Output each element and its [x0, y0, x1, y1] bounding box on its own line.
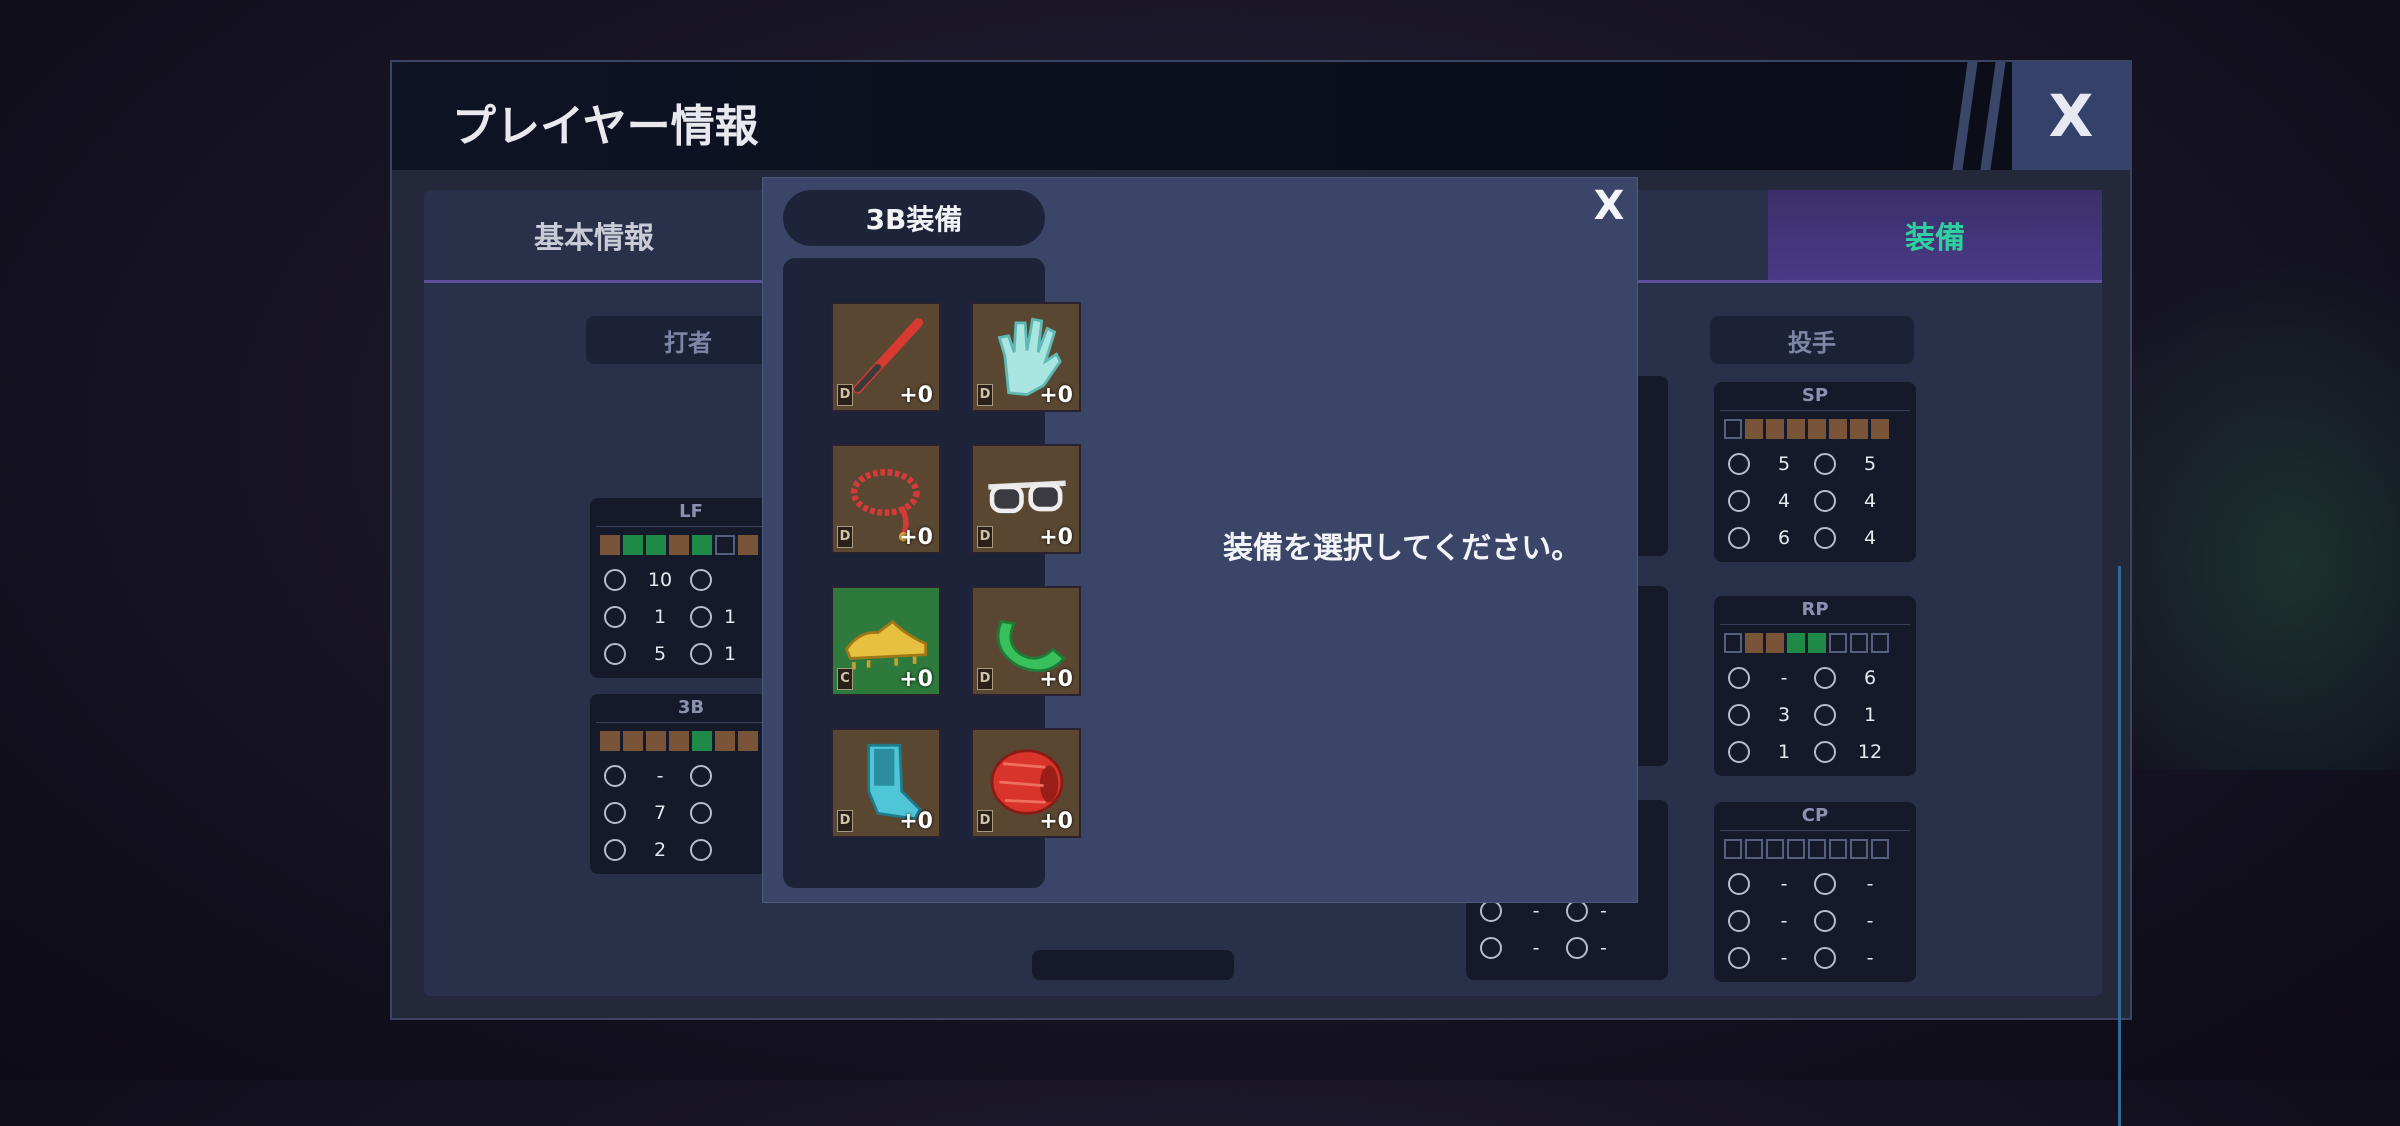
mind-stat-icon	[1814, 872, 1836, 895]
position-card-cp[interactable]: CP -- -- --	[1714, 802, 1916, 982]
stat-row: 31	[1720, 696, 1910, 733]
stat-row: 10	[596, 561, 786, 598]
control-stat-icon	[1728, 666, 1750, 689]
stamina-stat-icon	[1814, 703, 1836, 726]
card-position: 3B	[596, 694, 786, 723]
divider	[2118, 566, 2121, 1126]
dialog-title: 3B装備	[783, 190, 1045, 246]
rating-bars	[1720, 831, 1910, 865]
power-stat-icon	[604, 605, 626, 628]
power-stat-icon	[604, 801, 626, 824]
swing-stat-icon	[690, 568, 712, 591]
stat-row: 11	[596, 598, 786, 635]
rating-bars	[1720, 411, 1910, 445]
stat-row: --	[1720, 865, 1910, 902]
eye-stat-icon	[604, 838, 626, 861]
pitch-stat-icon	[1728, 489, 1750, 512]
control-stat-icon	[1728, 452, 1750, 475]
equipment-dialog: X 3B装備 D +0 D +0 D +0 D +0 C +0 D +0 D +…	[762, 177, 1638, 903]
equipment-slot-glove[interactable]: D +0	[971, 302, 1081, 412]
position-card-sp[interactable]: SP 55 44 64	[1714, 382, 1916, 562]
glove-stat-icon	[1566, 936, 1588, 959]
stat-row: --	[1472, 929, 1662, 966]
rating-bars	[596, 527, 786, 561]
stat-row: -	[596, 757, 786, 794]
tab-basic-info[interactable]: 基本情報	[424, 190, 764, 280]
stat-row: -6	[1720, 659, 1910, 696]
heart-stat-icon	[1814, 740, 1836, 763]
bat-stat-icon	[604, 764, 626, 787]
stat-row: 55	[1720, 445, 1910, 482]
stat-row: 2	[596, 831, 786, 868]
stat-row: --	[1720, 939, 1910, 976]
glove-stat-icon	[690, 838, 712, 861]
decor-stripe	[1952, 62, 1978, 170]
equipment-slot-bat[interactable]: D +0	[831, 302, 941, 412]
heart-stat-icon	[1814, 946, 1836, 969]
eye-stat-icon	[604, 642, 626, 665]
heart-stat-icon	[1814, 526, 1836, 549]
equipment-slot-necklace[interactable]: D +0	[831, 444, 941, 554]
stat-row: --	[1720, 902, 1910, 939]
position-card-partial[interactable]	[1032, 950, 1234, 980]
dialog-close-button[interactable]: X	[1585, 182, 1633, 230]
equipment-slot-sleeve[interactable]: D +0	[971, 728, 1081, 838]
tab-equipment[interactable]: 装備	[1768, 190, 2102, 280]
equipment-slot-wristband[interactable]: D +0	[971, 586, 1081, 696]
grip-stat-icon	[1728, 526, 1750, 549]
ball-stat-icon	[690, 605, 712, 628]
section-pitcher-label: 投手	[1710, 316, 1914, 364]
stat-row: 7	[596, 794, 786, 831]
stat-row: 1 12	[1720, 733, 1910, 770]
mind-stat-icon	[1814, 452, 1836, 475]
equipment-slot-spikes[interactable]: C +0	[831, 586, 941, 696]
card-position: LF	[596, 498, 786, 527]
stat-row: 64	[1720, 519, 1910, 556]
stamina-stat-icon	[1814, 909, 1836, 932]
grip-stat-icon	[1728, 946, 1750, 969]
card-position: SP	[1720, 382, 1910, 411]
close-button[interactable]: X	[2012, 62, 2130, 170]
stat-row: 44	[1720, 482, 1910, 519]
eye-stat-icon	[1480, 936, 1502, 959]
rating-bars	[596, 723, 786, 757]
bat-stat-icon	[604, 568, 626, 591]
glove-stat-icon	[690, 642, 712, 665]
decor-stripe	[1980, 62, 2006, 170]
rating-bars	[1720, 625, 1910, 659]
grip-stat-icon	[1728, 740, 1750, 763]
stat-row: 51	[596, 635, 786, 672]
card-position: CP	[1720, 802, 1910, 831]
section-batter-label: 打者	[586, 316, 790, 364]
equipment-slot-sunglasses[interactable]: D +0	[971, 444, 1081, 554]
select-equipment-message: 装備を選択してください。	[1223, 531, 1582, 566]
stamina-stat-icon	[1814, 489, 1836, 512]
mind-stat-icon	[1814, 666, 1836, 689]
swing-stat-icon	[690, 764, 712, 787]
pitch-stat-icon	[1728, 703, 1750, 726]
page-title: プレイヤー情報	[452, 101, 759, 152]
panel-header: プレイヤー情報 X	[392, 62, 2130, 170]
pitch-stat-icon	[1728, 909, 1750, 932]
card-position: RP	[1720, 596, 1910, 625]
control-stat-icon	[1728, 872, 1750, 895]
ball-stat-icon	[690, 801, 712, 824]
equipment-slot-leg-guard[interactable]: D +0	[831, 728, 941, 838]
equipment-slot-panel: D +0 D +0 D +0 D +0 C +0 D +0 D +0 D +0	[783, 258, 1081, 888]
position-card-rp[interactable]: RP -6 31 1 12	[1714, 596, 1916, 776]
